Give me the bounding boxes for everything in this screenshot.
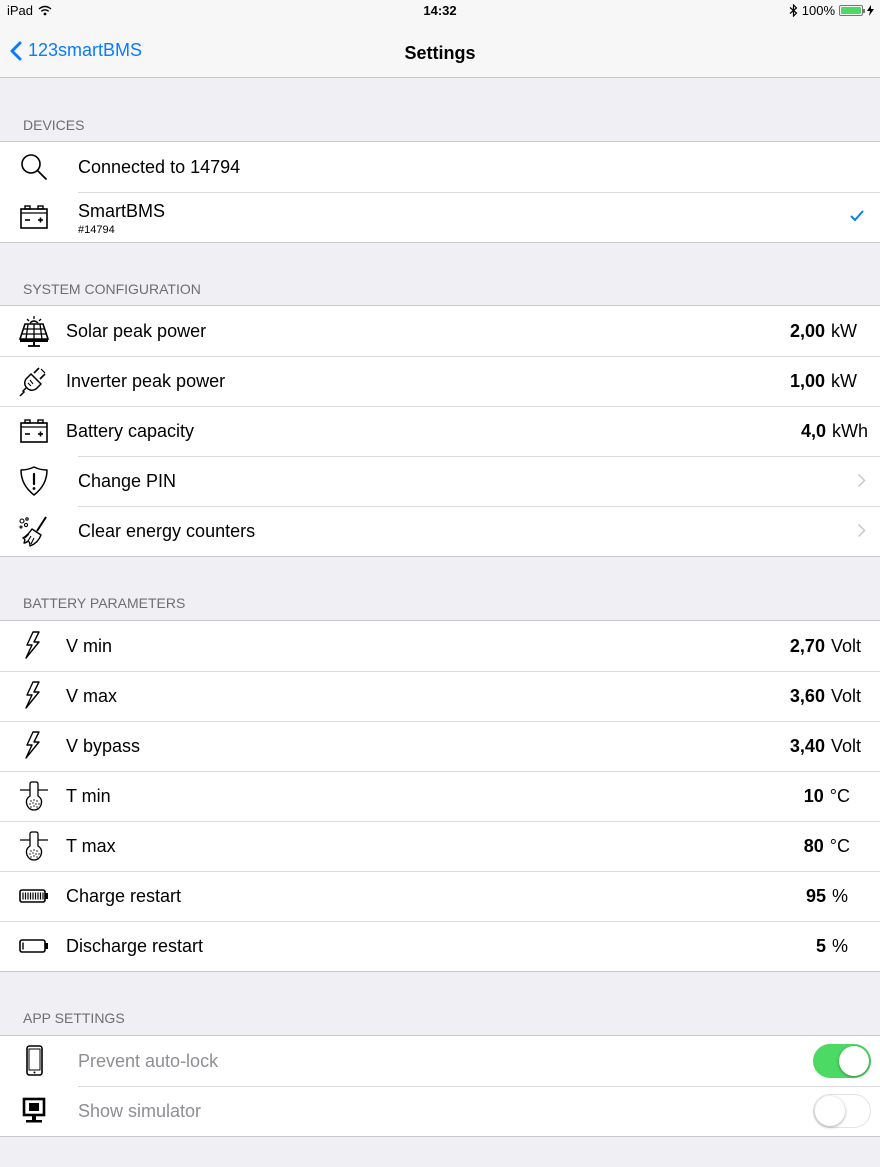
v-bypass-value[interactable]: 3,40 Volt [790, 736, 861, 757]
temperature-sensor-icon [18, 780, 50, 812]
phone-icon [26, 1045, 43, 1076]
battery-full-icon [19, 889, 48, 903]
battery-icon [839, 5, 865, 16]
show-simulator-toggle[interactable] [813, 1094, 871, 1128]
toggle-knob [815, 1096, 845, 1126]
plug-icon [19, 367, 46, 397]
show-simulator-label: Show simulator [78, 1101, 202, 1121]
inverter-peak-power-row[interactable]: Inverter peak power 1,00 kW [0, 356, 880, 406]
lightning-icon [18, 630, 50, 662]
monitor-icon [22, 1097, 46, 1123]
broom-icon [19, 516, 47, 547]
inverter-peak-power-label: Inverter peak power [66, 371, 226, 391]
t-min-value[interactable]: 10 °C [804, 786, 850, 807]
app-settings-group: Prevent auto-lock Show simulator [0, 1035, 880, 1137]
clear-energy-counters-label: Clear energy counters [78, 521, 256, 541]
v-min-label: V min [66, 636, 113, 656]
status-time: 14:32 [423, 3, 457, 18]
bluetooth-icon [789, 4, 798, 17]
battery-terminal-icon [18, 201, 50, 233]
discharge-restart-value[interactable]: 5% [816, 936, 848, 957]
navigation-bar: 123smartBMS Settings [0, 22, 880, 78]
lightning-icon [18, 730, 50, 762]
t-max-row[interactable]: T max 80 °C [0, 821, 880, 871]
connected-row[interactable]: Connected to 14794 [0, 142, 880, 192]
inverter-peak-power-value[interactable]: 1,00 kW [790, 371, 857, 392]
clear-energy-counters-row[interactable]: Clear energy counters [0, 506, 880, 556]
v-max-row[interactable]: V max 3,60 Volt [0, 671, 880, 721]
t-min-label: T min [66, 786, 111, 806]
page-title: Settings [404, 43, 476, 63]
show-simulator-row: Show simulator [0, 1086, 880, 1136]
section-header-app-settings: APP SETTINGS [23, 1010, 125, 1026]
chevron-right-icon [857, 473, 866, 488]
lightning-icon [18, 680, 50, 712]
section-header-system-configuration: SYSTEM CONFIGURATION [23, 281, 201, 297]
v-bypass-row[interactable]: V bypass 3,40 Volt [0, 721, 880, 771]
solar-panel-icon [18, 316, 50, 347]
change-pin-label: Change PIN [78, 471, 177, 491]
status-right: 100% [789, 3, 874, 18]
charge-restart-label: Charge restart [66, 886, 182, 906]
battery-empty-icon [19, 939, 48, 953]
charge-restart-row[interactable]: Charge restart 95% [0, 871, 880, 921]
prevent-auto-lock-label: Prevent auto-lock [78, 1051, 219, 1071]
chevron-right-icon [857, 523, 866, 538]
section-header-devices: DEVICES [23, 117, 85, 133]
device-name: SmartBMS [78, 201, 166, 221]
discharge-restart-label: Discharge restart [66, 936, 204, 956]
system-configuration-group: Solar peak power 2,00 kW Inverter peak po… [0, 305, 880, 557]
t-min-row[interactable]: T min 10 °C [0, 771, 880, 821]
v-min-value[interactable]: 2,70 Volt [790, 636, 861, 657]
v-max-value[interactable]: 3,60 Volt [790, 686, 861, 707]
t-max-value[interactable]: 80 °C [804, 836, 850, 857]
temperature-sensor-icon [18, 830, 50, 862]
change-pin-row[interactable]: Change PIN [0, 456, 880, 506]
search-icon [21, 154, 47, 180]
checkmark-icon [850, 210, 864, 221]
connected-label: Connected to 14794 [78, 157, 241, 177]
battery-capacity-value[interactable]: 4,0 kWh [801, 421, 868, 442]
toggle-knob [839, 1046, 869, 1076]
device-row[interactable]: SmartBMS #14794 [0, 192, 880, 242]
v-min-row[interactable]: V min 2,70 Volt [0, 621, 880, 671]
devices-group: Connected to 14794 SmartBMS #14794 [0, 141, 880, 243]
v-max-label: V max [66, 686, 118, 706]
status-bar: iPad 14:32 100% [0, 0, 880, 22]
section-header-battery-parameters: BATTERY PARAMETERS [23, 595, 186, 611]
battery-fill [841, 7, 861, 14]
battery-capacity-label: Battery capacity [66, 421, 195, 441]
battery-terminal-icon [18, 415, 50, 447]
prevent-auto-lock-toggle[interactable] [813, 1044, 871, 1078]
charge-restart-value[interactable]: 95% [806, 886, 848, 907]
solar-peak-power-label: Solar peak power [66, 321, 207, 341]
solar-peak-power-value[interactable]: 2,00 kW [790, 321, 857, 342]
device-serial: #14794 [78, 224, 115, 236]
discharge-restart-row[interactable]: Discharge restart 5% [0, 921, 880, 971]
battery-parameters-group: V min 2,70 Volt V max 3,60 Volt V bypass 3… [0, 620, 880, 972]
prevent-auto-lock-row: Prevent auto-lock [0, 1036, 880, 1086]
battery-percent: 100% [801, 3, 835, 18]
t-max-label: T max [66, 836, 116, 856]
shield-alert-icon [20, 466, 48, 496]
solar-peak-power-row[interactable]: Solar peak power 2,00 kW [0, 306, 880, 356]
v-bypass-label: V bypass [66, 736, 141, 756]
battery-capacity-row[interactable]: Battery capacity 4,0 kWh [0, 406, 880, 456]
charging-icon [867, 5, 874, 16]
